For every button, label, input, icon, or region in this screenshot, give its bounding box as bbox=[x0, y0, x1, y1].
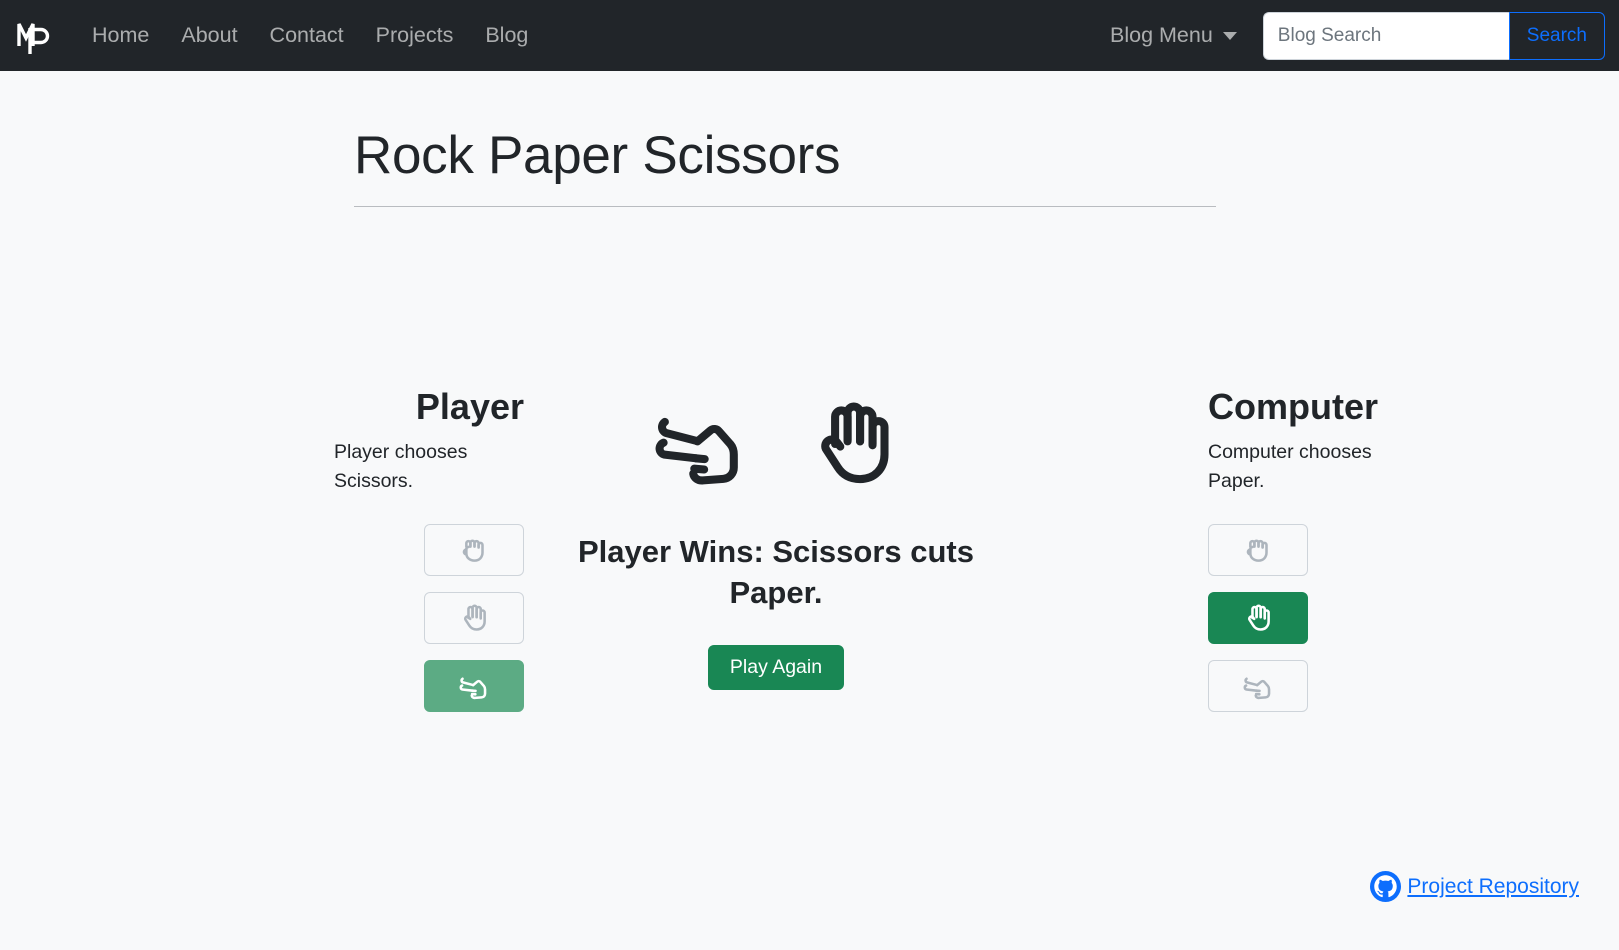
nav-link-home[interactable]: Home bbox=[76, 17, 165, 54]
computer-choice-description: Computer chooses Paper. bbox=[1208, 441, 1372, 492]
github-icon bbox=[1370, 871, 1402, 902]
scissors-hand-icon bbox=[1243, 677, 1271, 699]
computer-paper-button[interactable] bbox=[1208, 591, 1308, 644]
project-repository-label: Project Repository bbox=[1407, 874, 1579, 898]
nav-item-about: About bbox=[165, 17, 253, 54]
nav-link-blog[interactable]: Blog bbox=[469, 17, 544, 54]
blog-menu-dropdown[interactable]: Blog Menu bbox=[1096, 17, 1251, 54]
paper-hand-icon bbox=[821, 402, 889, 483]
rock-hand-icon bbox=[462, 539, 484, 562]
scissors-hand-icon bbox=[459, 677, 487, 699]
mp-monogram-logo[interactable] bbox=[16, 14, 50, 58]
paper-hand-icon bbox=[1247, 604, 1270, 631]
result-panel: Player Wins: Scissors cuts Paper. Play A… bbox=[566, 389, 986, 691]
computer-scissors-button[interactable] bbox=[1208, 659, 1308, 712]
title-divider bbox=[354, 205, 1216, 207]
navbar-right-group: Blog Menu Search bbox=[1096, 11, 1605, 60]
result-message: Player Wins: Scissors cuts Paper. bbox=[577, 533, 974, 610]
primary-nav: Home About Contact Projects Blog bbox=[76, 17, 544, 54]
nav-link-projects[interactable]: Projects bbox=[360, 17, 470, 54]
play-again-button[interactable]: Play Again bbox=[707, 645, 845, 691]
player-panel: Player Player chooses Scissors. bbox=[224, 385, 524, 712]
nav-link-contact[interactable]: Contact bbox=[254, 17, 360, 54]
nav-link-about[interactable]: About bbox=[165, 17, 253, 54]
blog-search-group: Search bbox=[1262, 11, 1605, 60]
player-heading: Player bbox=[415, 385, 524, 427]
chevron-down-icon bbox=[1222, 31, 1237, 40]
game-board: Player Player chooses Scissors. Player W… bbox=[0, 385, 1619, 712]
scissors-hand-icon bbox=[655, 417, 738, 485]
player-choice-buttons bbox=[424, 523, 524, 712]
nav-item-projects: Projects bbox=[360, 17, 470, 54]
player-choice-description: Player chooses Scissors. bbox=[334, 441, 468, 492]
nav-item-home: Home bbox=[76, 17, 165, 54]
player-paper-button[interactable] bbox=[424, 591, 524, 644]
computer-choice-buttons bbox=[1208, 523, 1308, 712]
computer-rock-button[interactable] bbox=[1208, 523, 1308, 576]
top-navbar: Home About Contact Projects Blog Blog Me… bbox=[0, 0, 1619, 71]
computer-panel: Computer Computer chooses Paper. bbox=[1208, 385, 1508, 712]
rock-hand-icon bbox=[1246, 539, 1268, 562]
blog-menu-label: Blog Menu bbox=[1110, 23, 1213, 47]
footer: Project Repository bbox=[1370, 871, 1579, 902]
result-hands bbox=[648, 389, 904, 499]
search-input[interactable] bbox=[1262, 11, 1509, 60]
nav-item-blog: Blog bbox=[469, 17, 544, 54]
search-button[interactable]: Search bbox=[1508, 11, 1605, 60]
nav-item-contact: Contact bbox=[254, 17, 360, 54]
page-title-block: Rock Paper Scissors bbox=[354, 124, 1216, 207]
player-rock-button[interactable] bbox=[424, 523, 524, 576]
paper-hand-icon bbox=[463, 604, 486, 631]
mp-monogram-icon bbox=[17, 22, 50, 54]
page-title: Rock Paper Scissors bbox=[354, 126, 841, 185]
player-scissors-button[interactable] bbox=[424, 659, 524, 712]
main-content: Rock Paper Scissors Player Player choose… bbox=[0, 124, 1619, 712]
computer-heading: Computer bbox=[1208, 385, 1378, 427]
project-repository-link[interactable]: Project Repository bbox=[1370, 871, 1579, 902]
